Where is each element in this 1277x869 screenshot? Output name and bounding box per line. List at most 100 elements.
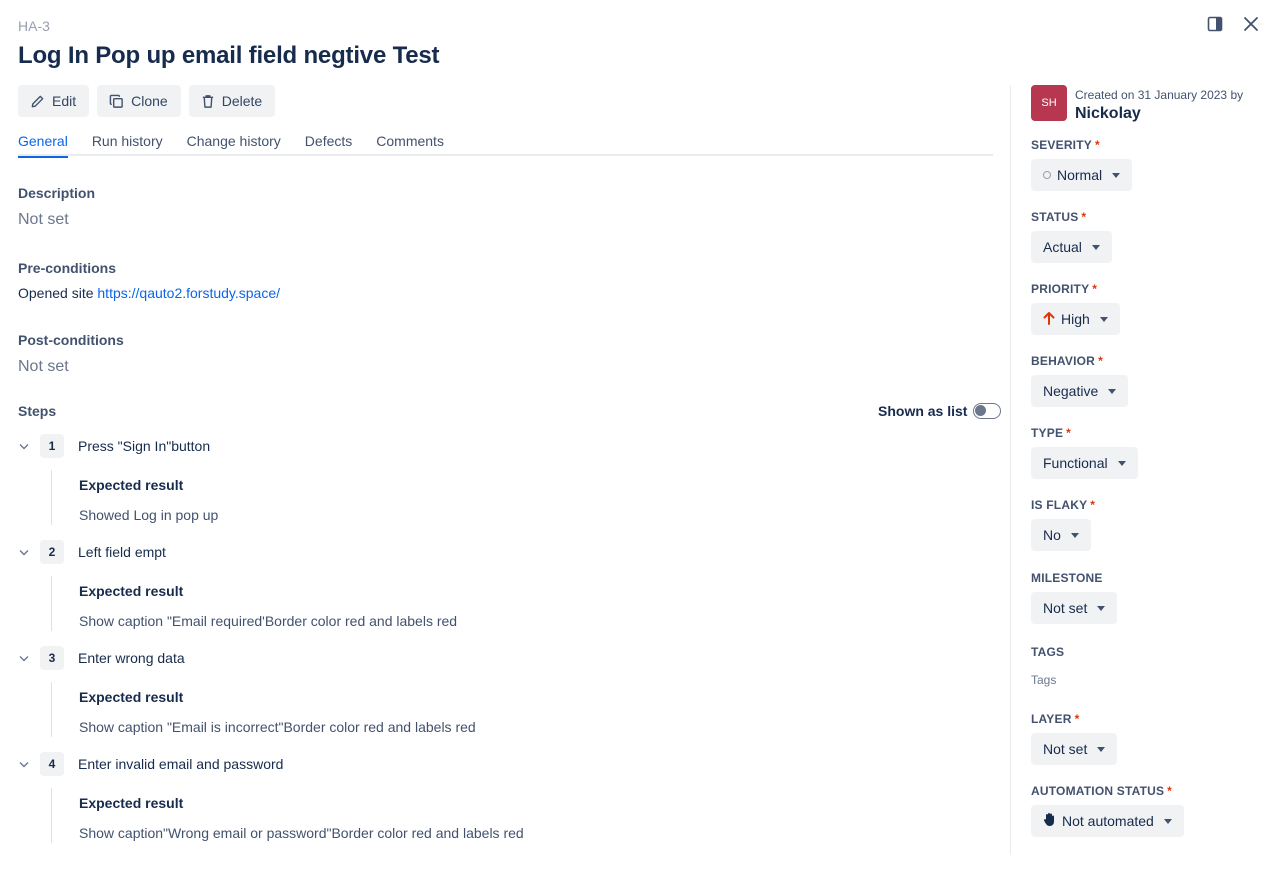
window-controls xyxy=(1205,14,1261,34)
type-label: Type * xyxy=(1031,426,1072,440)
priority-select[interactable]: High xyxy=(1031,303,1120,335)
copy-icon xyxy=(109,94,124,109)
milestone-label: Milestone xyxy=(1031,571,1103,585)
severity-label: Severity * xyxy=(1031,138,1100,152)
created-on-text: Created on 31 January 2023 by xyxy=(1075,88,1244,102)
steps-label: Steps xyxy=(18,403,57,419)
preconditions-link[interactable]: https://qauto2.forstudy.space/ xyxy=(97,285,280,301)
status-value: Actual xyxy=(1043,239,1082,255)
pencil-icon xyxy=(30,94,45,109)
edit-button-label: Edit xyxy=(52,93,77,109)
step-number: 3 xyxy=(40,646,64,670)
caret-down-icon xyxy=(1070,532,1079,538)
expected-result-label: Expected result xyxy=(79,689,184,705)
caret-down-icon xyxy=(1097,746,1106,752)
chevron-down-icon[interactable] xyxy=(18,652,30,664)
tab-general[interactable]: General xyxy=(18,130,68,158)
step-expected: Expected result Showed Log in pop up xyxy=(51,470,951,525)
step-number: 1 xyxy=(40,434,64,458)
preconditions-value[interactable]: Opened site https://qauto2.forstudy.spac… xyxy=(18,285,280,301)
behavior-label: Behavior * xyxy=(1031,354,1103,368)
tags-label: Tags xyxy=(1031,645,1065,659)
postconditions-value[interactable]: Not set xyxy=(18,358,69,376)
expected-result-label: Expected result xyxy=(79,477,184,493)
type-field: Type * Functional xyxy=(1031,426,1138,479)
caret-down-icon xyxy=(1163,818,1172,824)
step-action[interactable]: Enter invalid email and password xyxy=(78,756,283,772)
step-expected: Expected result Show caption "Email is i… xyxy=(51,682,951,737)
expected-result-label: Expected result xyxy=(79,795,184,811)
creator-name: Nickolay xyxy=(1075,105,1141,122)
step-row: 2 Left field empt xyxy=(18,540,166,564)
tags-field: Tags Tags xyxy=(1031,645,1064,687)
step-row: 1 Press "Sign In"button xyxy=(18,434,210,458)
layer-field: Layer * Not set xyxy=(1031,712,1118,765)
type-select[interactable]: Functional xyxy=(1031,447,1138,479)
panel-toggle-icon[interactable] xyxy=(1205,14,1225,34)
description-value[interactable]: Not set xyxy=(18,211,69,229)
milestone-field: Milestone Not set xyxy=(1031,571,1118,624)
layer-select[interactable]: Not set xyxy=(1031,733,1118,765)
step-action[interactable]: Press "Sign In"button xyxy=(78,438,210,454)
step-action[interactable]: Enter wrong data xyxy=(78,650,185,666)
tab-bar: General Run history Change history Defec… xyxy=(18,130,993,158)
step-expected: Expected result Show caption"Wrong email… xyxy=(51,788,951,843)
milestone-value: Not set xyxy=(1043,600,1088,616)
expected-result-value[interactable]: Show caption "Email is incorrect"Border … xyxy=(79,719,951,737)
status-select[interactable]: Actual xyxy=(1031,231,1112,263)
tags-input[interactable]: Tags xyxy=(1031,673,1064,687)
clone-button[interactable]: Clone xyxy=(97,85,181,117)
shown-as-list-toggle[interactable] xyxy=(973,403,1002,419)
tab-defects[interactable]: Defects xyxy=(305,130,352,156)
step-action[interactable]: Left field empt xyxy=(78,544,166,560)
case-id: HA-3 xyxy=(18,18,50,34)
shown-as-list-label: Shown as list xyxy=(878,403,968,419)
tab-comments[interactable]: Comments xyxy=(376,130,444,156)
behavior-value: Negative xyxy=(1043,383,1099,399)
automation-status-label: Automation status * xyxy=(1031,784,1173,798)
page-title: Log In Pop up email field negtive Test xyxy=(18,42,440,69)
chevron-down-icon[interactable] xyxy=(18,440,30,452)
behavior-field: Behavior * Negative xyxy=(1031,354,1129,407)
description-label: Description xyxy=(18,185,96,201)
postconditions-label: Post-conditions xyxy=(18,332,124,348)
expected-result-value[interactable]: Show caption"Wrong email or password"Bor… xyxy=(79,825,951,843)
caret-down-icon xyxy=(1112,172,1121,178)
tab-change-history[interactable]: Change history xyxy=(187,130,281,156)
is-flaky-select[interactable]: No xyxy=(1031,519,1091,551)
is-flaky-label: Is Flaky * xyxy=(1031,498,1096,512)
type-value: Functional xyxy=(1043,455,1108,471)
tab-run-history[interactable]: Run history xyxy=(92,130,163,156)
automation-status-field: Automation status * Not automated xyxy=(1031,784,1184,837)
priority-value: High xyxy=(1061,311,1090,327)
panel-divider xyxy=(1010,85,1011,855)
expected-result-value[interactable]: Show caption "Email required'Border colo… xyxy=(79,613,951,631)
layer-label: Layer * xyxy=(1031,712,1080,726)
close-icon[interactable] xyxy=(1241,14,1261,34)
layer-value: Not set xyxy=(1043,741,1088,757)
trash-icon xyxy=(201,94,215,109)
arrow-up-icon xyxy=(1043,311,1055,328)
edit-button[interactable]: Edit xyxy=(18,85,90,117)
status-label: Status * xyxy=(1031,210,1087,224)
is-flaky-field: Is Flaky * No xyxy=(1031,498,1095,551)
priority-label: Priority * xyxy=(1031,282,1098,296)
chevron-down-icon[interactable] xyxy=(18,546,30,558)
expected-result-label: Expected result xyxy=(79,583,184,599)
severity-select[interactable]: Normal xyxy=(1031,159,1133,191)
behavior-select[interactable]: Negative xyxy=(1031,375,1129,407)
chevron-down-icon[interactable] xyxy=(18,758,30,770)
caret-down-icon xyxy=(1097,605,1106,611)
step-row: 3 Enter wrong data xyxy=(18,646,185,670)
normal-circle-icon xyxy=(1043,171,1051,179)
milestone-select[interactable]: Not set xyxy=(1031,592,1118,624)
step-number: 2 xyxy=(40,540,64,564)
automation-status-select[interactable]: Not automated xyxy=(1031,805,1184,837)
clone-button-label: Clone xyxy=(131,93,168,109)
expected-result-value[interactable]: Showed Log in pop up xyxy=(79,507,951,525)
preconditions-label: Pre-conditions xyxy=(18,260,117,276)
shown-as-list-control: Shown as list xyxy=(878,403,1002,419)
severity-field: Severity * Normal xyxy=(1031,138,1133,191)
delete-button[interactable]: Delete xyxy=(188,85,276,117)
caret-down-icon xyxy=(1108,388,1117,394)
